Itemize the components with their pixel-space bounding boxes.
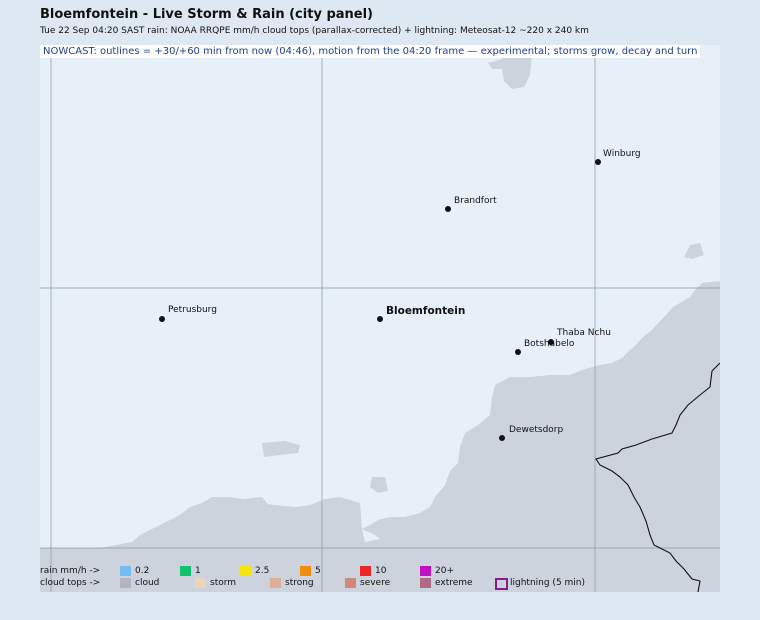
cloud-blob-west <box>262 441 300 457</box>
rain-label-10: 10 <box>375 566 387 576</box>
rain-swatch-0-2 <box>120 566 131 576</box>
city-dot-bloemfontein[interactable] <box>377 316 383 322</box>
cloud-swatch-severe <box>345 578 356 588</box>
city-label-botshabelo: Botshabelo <box>524 339 575 349</box>
city-label-dewetsdorp: Dewetsdorp <box>509 425 564 435</box>
rain-label-0-2: 0.2 <box>135 566 150 576</box>
city-dot-dewetsdorp[interactable] <box>499 435 505 441</box>
cloud-label-storm: storm <box>210 578 237 588</box>
cloud-swatch-strong <box>270 578 281 588</box>
rain-label-2-5: 2.5 <box>255 566 270 576</box>
cloud-blob-south <box>370 477 388 493</box>
city-dot-petrusburg[interactable] <box>159 316 165 322</box>
lightning-label: lightning (5 min) <box>510 578 586 588</box>
rain-swatch-2-5 <box>240 566 251 576</box>
cloud-swatch-storm <box>195 578 206 588</box>
city-label-bloemfontein: Bloemfontein <box>386 305 466 317</box>
rain-swatch-1 <box>180 566 191 576</box>
rain-swatch-20-plus <box>420 566 431 576</box>
rain-legend-label: rain mm/h -> <box>40 566 101 576</box>
cloud-blob-east <box>684 243 704 259</box>
nowcast-note: NOWCAST: outlines = +30/+60 min from now… <box>40 45 701 58</box>
map-title: Bloemfontein - Live Storm & Rain (city p… <box>40 7 373 22</box>
rain-swatch-10 <box>360 566 371 576</box>
map-subtitle: Tue 22 Sep 04:20 SAST rain: NOAA RRQPE m… <box>40 26 589 36</box>
cloud-label-cloud: cloud <box>135 578 160 588</box>
city-dot-brandfort[interactable] <box>445 206 451 212</box>
city-label-winburg: Winburg <box>603 149 641 159</box>
cloud-label-extreme: extreme <box>435 578 473 588</box>
city-dot-botshabelo[interactable] <box>515 349 521 355</box>
cloud-area-main <box>40 281 720 592</box>
cloud-label-severe: severe <box>360 578 391 588</box>
rain-label-1: 1 <box>195 566 201 576</box>
city-label-brandfort: Brandfort <box>454 196 497 206</box>
city-label-petrusburg: Petrusburg <box>168 305 217 315</box>
cloud-swatch-cloud <box>120 578 131 588</box>
cloud-legend-label: cloud tops -> <box>40 578 101 588</box>
rain-label-5: 5 <box>315 566 321 576</box>
city-label-thaba-nchu: Thaba Nchu <box>557 328 611 338</box>
cloud-label-strong: strong <box>285 578 314 588</box>
lightning-swatch <box>495 578 508 590</box>
rain-swatch-5 <box>300 566 311 576</box>
city-dot-winburg[interactable] <box>595 159 601 165</box>
rain-label-20-plus: 20+ <box>435 566 454 576</box>
cloud-swatch-extreme <box>420 578 431 588</box>
